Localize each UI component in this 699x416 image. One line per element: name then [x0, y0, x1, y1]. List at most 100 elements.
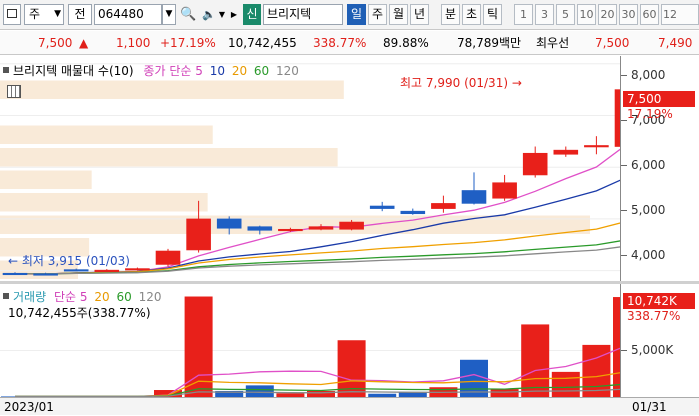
candle-body	[155, 250, 181, 265]
candle-body	[522, 152, 548, 176]
period-month[interactable]: 월	[389, 4, 408, 25]
volume-profile-band	[0, 125, 213, 144]
volume-profile-band	[0, 170, 92, 189]
speaker-icon[interactable]: 🔈	[202, 4, 216, 25]
period-minute[interactable]: 분	[441, 4, 460, 25]
scroll-right-icon[interactable]: ▶	[229, 4, 239, 25]
price-plot[interactable]: 브리지텍 매물대 수(10) 종가 단순 5 10 20 60 120 최고 7…	[0, 56, 620, 281]
quote-bar: 7,500 ▲ 1,100 +17.19% 10,742,455 338.77%…	[0, 31, 699, 55]
vol-ma20-legend: 20	[94, 290, 110, 304]
period-day[interactable]: 일	[347, 4, 366, 25]
step-3[interactable]: 3	[535, 4, 554, 25]
candle-body	[553, 149, 579, 155]
step-30[interactable]: 30	[619, 4, 638, 25]
high-annotation-text: 최고 7,990 (01/31)	[400, 76, 509, 90]
volume-bar	[613, 297, 620, 397]
current-pct-label: 17.19%	[627, 107, 673, 121]
volume-current-desc: 10,742,455주(338.77%)	[8, 306, 151, 320]
volume-bar	[245, 385, 274, 397]
candle-body	[63, 269, 89, 272]
candle-body	[461, 190, 487, 204]
volume-bar	[582, 344, 611, 397]
candle-body	[278, 228, 303, 232]
candle-body	[369, 205, 395, 209]
best-quote-label: 최우선	[536, 36, 570, 50]
up-arrow-icon: ▲	[79, 36, 89, 50]
vol-ma5-legend: 5	[79, 290, 88, 304]
time-axis[interactable]: 2023/01 01/31	[0, 397, 699, 415]
candle-body	[2, 272, 28, 276]
candle-body	[431, 203, 456, 209]
arrow-left-icon: ←	[8, 254, 19, 268]
volume-ratio: 338.77%	[313, 36, 367, 50]
candle-body	[339, 221, 364, 230]
current-volume-flag: 10,742K	[623, 293, 695, 309]
price-panel-title: 브리지텍 매물대 수(10)	[13, 64, 134, 78]
low-annotation-text: 최저 3,915 (01/03)	[21, 254, 130, 268]
arrow-right-icon: →	[511, 76, 522, 90]
volume-profile-band	[0, 193, 208, 212]
vol-ma60-legend: 60	[116, 290, 132, 304]
prev-button[interactable]: 전	[68, 4, 92, 25]
window-icon	[7, 9, 17, 18]
volume-tick: 5,000K	[620, 343, 674, 357]
panel-marker-icon	[3, 293, 9, 299]
period-second[interactable]: 초	[462, 4, 481, 25]
vol-ma-label: 단순	[53, 290, 77, 304]
volume-profile-band	[0, 80, 344, 99]
candle-body	[308, 226, 334, 230]
current-volume-pct: 338.77%	[627, 309, 681, 323]
chevron-down-icon[interactable]: ▼	[217, 4, 227, 25]
price-change-pct: +17.19%	[160, 36, 216, 50]
candle-body	[584, 145, 609, 148]
step-10[interactable]: 10	[577, 4, 596, 25]
ma20-legend: 20	[231, 64, 248, 78]
volume-scale: 5,000K 10,742K 338.77%	[620, 284, 699, 397]
volume-panel-title: 거래량	[13, 290, 47, 304]
candle-body	[400, 210, 426, 215]
ma5-legend: 5	[195, 64, 203, 78]
volume-bar	[551, 371, 580, 397]
ma120-legend: 120	[276, 64, 299, 78]
screen-menu-button[interactable]	[3, 4, 21, 25]
volume-bar	[521, 324, 550, 397]
candle-body	[94, 269, 120, 272]
price-chart[interactable]	[0, 56, 620, 281]
grid-toggle-icon[interactable]	[7, 85, 21, 98]
turnover-rate: 89.88%	[383, 36, 429, 50]
period-tick[interactable]: 틱	[483, 4, 502, 25]
candle-body	[33, 273, 58, 276]
best-ask: 7,500	[595, 36, 630, 50]
search-icon[interactable]: 🔍	[180, 4, 196, 25]
step-120[interactable]: 12	[661, 4, 699, 25]
price-tick: 6,000	[620, 158, 666, 172]
code-input[interactable]: 064480	[94, 4, 162, 25]
axis-start-label: 2023/01	[4, 400, 54, 414]
panel-marker-icon	[3, 67, 9, 73]
high-annotation: 최고 7,990 (01/31) →	[400, 74, 522, 91]
volume-profile-band	[0, 148, 338, 167]
candle-body	[186, 218, 211, 251]
step-1[interactable]: 1	[514, 4, 533, 25]
volume-value: 10,742,455	[228, 36, 297, 50]
toolbar: 주 ▼ 전 064480 ▼ 🔍 🔈 ▼ ▶ 신 브리지텍 일 주 월 년 분 초…	[0, 0, 699, 30]
current-price-flag: 7,500	[623, 91, 695, 107]
ma-label: 종가 단순	[143, 64, 192, 78]
best-bid: 7,490	[658, 36, 693, 50]
code-dropdown[interactable]: ▼	[162, 4, 176, 25]
period-week[interactable]: 주	[368, 4, 387, 25]
chevron-down-icon: ▼	[54, 9, 61, 19]
volume-bar	[490, 389, 519, 397]
chart-area[interactable]: 브리지텍 매물대 수(10) 종가 단순 5 10 20 60 120 최고 7…	[0, 56, 699, 415]
volume-plot[interactable]: 거래량 단순 5 20 60 120 10,742,455주(338.77%)	[0, 284, 620, 397]
current-price: 7,500	[38, 36, 73, 50]
candle-body	[247, 226, 273, 231]
step-5[interactable]: 5	[556, 4, 575, 25]
step-20[interactable]: 20	[598, 4, 617, 25]
price-change: 1,100	[116, 36, 151, 50]
market-select[interactable]: 주 ▼	[24, 4, 64, 25]
step-60[interactable]: 60	[640, 4, 659, 25]
volume-legend: 거래량 단순 5 20 60 120	[3, 288, 161, 305]
period-year[interactable]: 년	[410, 4, 429, 25]
candle-body	[216, 218, 242, 229]
